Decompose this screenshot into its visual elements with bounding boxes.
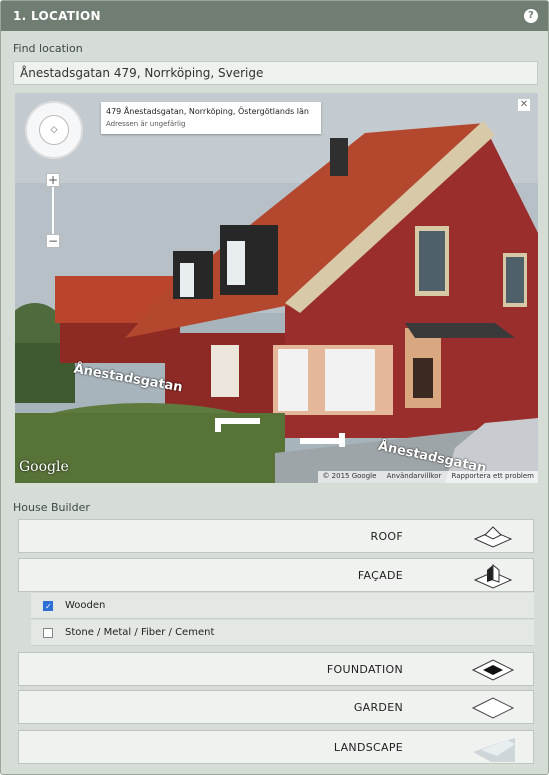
section-facade[interactable]: FAÇADE — [18, 558, 534, 592]
location-panel: 1. LOCATION ? Find location Ånestadsgata… — [0, 0, 549, 775]
panel-title: 1. LOCATION — [13, 9, 101, 23]
attribution-bar: © 2015 Google Användarvillkor Rapportera… — [318, 471, 538, 483]
section-garden-label: GARDEN — [353, 701, 403, 714]
report-problem-link[interactable]: Rapportera ett problem — [452, 472, 534, 480]
section-facade-label: FAÇADE — [357, 569, 403, 582]
section-garden[interactable]: GARDEN — [18, 690, 534, 724]
facade-option-wooden[interactable]: Wooden — [31, 593, 534, 620]
help-icon[interactable]: ? — [524, 9, 538, 23]
find-location-label: Find location — [13, 42, 83, 55]
facade-icon — [473, 563, 513, 589]
stone-checkbox[interactable] — [43, 628, 53, 638]
wooden-checkbox[interactable] — [43, 594, 53, 620]
zoom-in-button[interactable]: + — [46, 173, 60, 187]
garden-icon — [471, 697, 515, 719]
address-note: Adressen är ungefärlig — [106, 120, 186, 128]
section-roof[interactable]: ROOF — [18, 519, 534, 553]
stone-label: Stone / Metal / Fiber / Cement — [65, 627, 215, 638]
foundation-icon — [471, 659, 515, 681]
close-icon[interactable]: ✕ — [518, 99, 530, 111]
wooden-label: Wooden — [65, 600, 106, 611]
terms-link[interactable]: Användarvillkor — [387, 472, 442, 480]
street-view-scene — [15, 93, 538, 483]
street-view[interactable]: ◇ + − 479 Ånestadsgatan, Norrköping, Öst… — [15, 93, 538, 483]
landscape-icon — [473, 738, 515, 762]
section-foundation[interactable]: FOUNDATION — [18, 652, 534, 686]
address-title: 479 Ånestadsgatan, Norrköping, Östergötl… — [106, 107, 309, 116]
zoom-control: + − — [46, 173, 60, 248]
section-roof-label: ROOF — [370, 530, 403, 543]
section-landscape[interactable]: LANDSCAPE — [18, 730, 534, 764]
panel-header[interactable]: 1. LOCATION ? — [1, 1, 548, 31]
section-landscape-label: LANDSCAPE — [333, 741, 403, 754]
section-foundation-label: FOUNDATION — [326, 663, 403, 676]
copyright-text: © 2015 Google — [322, 472, 377, 480]
house-builder-label: House Builder — [13, 501, 90, 514]
address-card: 479 Ånestadsgatan, Norrköping, Östergötl… — [101, 102, 321, 134]
pan-control[interactable]: ◇ — [25, 101, 83, 159]
location-search-input[interactable]: Ånestadsgatan 479, Norrköping, Sverige — [13, 61, 538, 85]
zoom-slider[interactable] — [52, 187, 54, 234]
pan-arrows-icon[interactable]: ◇ — [39, 115, 69, 145]
zoom-out-button[interactable]: − — [46, 234, 60, 248]
roof-icon — [473, 526, 513, 548]
google-logo: Google — [19, 459, 69, 475]
facade-option-stone[interactable]: Stone / Metal / Fiber / Cement — [31, 620, 534, 646]
